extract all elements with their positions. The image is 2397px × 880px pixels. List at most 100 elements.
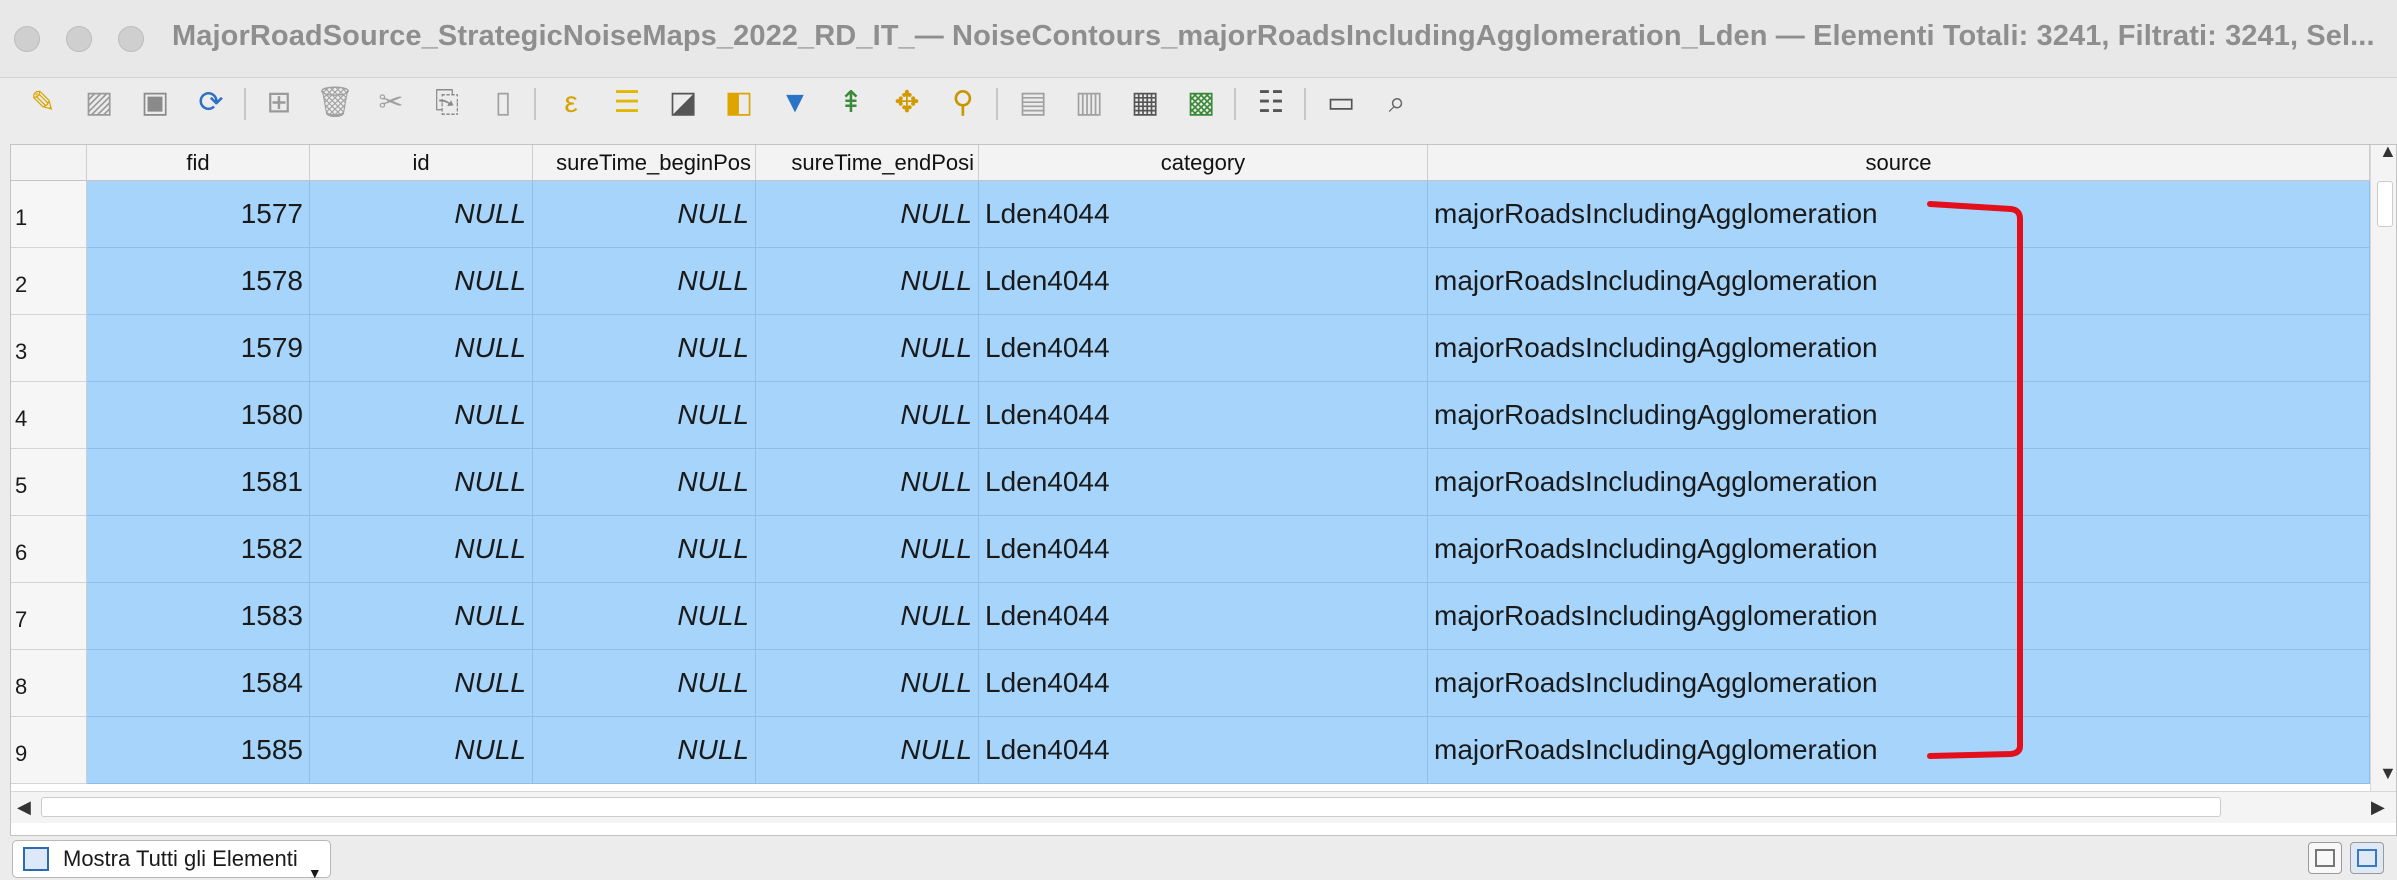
attribute-table[interactable]: fid id sureTime_beginPos sureTime_endPos… <box>10 144 2397 836</box>
cell-end-position[interactable]: NULL <box>756 315 979 382</box>
delete-field-icon[interactable]: ▥ <box>1068 82 1110 124</box>
cell-id[interactable]: NULL <box>310 650 533 717</box>
cell-begin-position[interactable]: NULL <box>533 583 756 650</box>
add-feature-icon[interactable]: ⊞ <box>258 82 300 124</box>
row-number-header[interactable]: 7 <box>11 583 87 650</box>
cell-begin-position[interactable]: NULL <box>533 181 756 248</box>
pencil-edit-icon[interactable]: ✎ <box>22 82 64 124</box>
deselect-icon[interactable]: ◧ <box>718 82 760 124</box>
conditional-format-icon[interactable]: ▩ <box>1180 82 1222 124</box>
cell-category[interactable]: Lden4044 <box>979 516 1428 583</box>
field-calculator-icon[interactable]: ▦ <box>1124 82 1166 124</box>
cell-category[interactable]: Lden4044 <box>979 717 1428 784</box>
cell-category[interactable]: Lden4044 <box>979 181 1428 248</box>
minimize-window-button[interactable] <box>66 26 92 52</box>
table-row[interactable]: 1584 NULL NULL NULL Lden4044 majorRoadsInclud… <box>87 650 2370 717</box>
cell-category[interactable]: Lden4044 <box>979 315 1428 382</box>
form-view-button[interactable] <box>2308 842 2342 874</box>
cell-id[interactable]: NULL <box>310 382 533 449</box>
cell-category[interactable]: Lden4044 <box>979 382 1428 449</box>
cell-begin-position[interactable]: NULL <box>533 717 756 784</box>
cell-id[interactable]: NULL <box>310 717 533 784</box>
dock-icon[interactable]: ▭ <box>1320 82 1362 124</box>
cell-fid[interactable]: 1584 <box>87 650 310 717</box>
column-header-category[interactable]: category <box>979 145 1428 181</box>
close-window-button[interactable] <box>14 26 40 52</box>
cell-id[interactable]: NULL <box>310 315 533 382</box>
select-all-icon[interactable]: ☰ <box>606 82 648 124</box>
cell-fid[interactable]: 1577 <box>87 181 310 248</box>
table-row[interactable]: 1579 NULL NULL NULL Lden4044 majorRoadsInclud… <box>87 315 2370 382</box>
cell-begin-position[interactable]: NULL <box>533 248 756 315</box>
cell-source[interactable]: majorRoadsIncludingAgglomeration <box>1428 583 2370 650</box>
cell-end-position[interactable]: NULL <box>756 181 979 248</box>
cell-begin-position[interactable]: NULL <box>533 516 756 583</box>
horizontal-scrollbar[interactable]: ◀ ▶ <box>11 791 2396 823</box>
paste-icon[interactable]: ▯ <box>482 82 524 124</box>
cell-end-position[interactable]: NULL <box>756 583 979 650</box>
cell-source[interactable]: majorRoadsIncludingAgglomeration <box>1428 717 2370 784</box>
cell-id[interactable]: NULL <box>310 583 533 650</box>
attribute-actions-icon[interactable]: ☷ <box>1250 82 1292 124</box>
cell-source[interactable]: majorRoadsIncludingAgglomeration <box>1428 516 2370 583</box>
row-number-header[interactable]: 5 <box>11 449 87 516</box>
cell-source[interactable]: majorRoadsIncludingAgglomeration <box>1428 382 2370 449</box>
column-header-end-position[interactable]: sureTime_endPosi <box>756 145 979 181</box>
zoom-to-selection-icon[interactable]: ⚲ <box>942 82 984 124</box>
cell-fid[interactable]: 1580 <box>87 382 310 449</box>
row-number-header[interactable]: 8 <box>11 650 87 717</box>
table-row[interactable]: 1577 NULL NULL NULL Lden4044 majorRoadsInclud… <box>87 181 2370 248</box>
cell-fid[interactable]: 1582 <box>87 516 310 583</box>
cell-end-position[interactable]: NULL <box>756 650 979 717</box>
cell-end-position[interactable]: NULL <box>756 382 979 449</box>
row-number-header[interactable]: 3 <box>11 315 87 382</box>
row-number-header[interactable]: 6 <box>11 516 87 583</box>
cell-id[interactable]: NULL <box>310 449 533 516</box>
cell-begin-position[interactable]: NULL <box>533 650 756 717</box>
column-header-source[interactable]: source <box>1428 145 2370 181</box>
scroll-right-arrow-icon[interactable]: ▶ <box>2371 797 2385 818</box>
expression-select-icon[interactable]: ε <box>550 82 592 124</box>
scroll-up-arrow-icon[interactable]: ▲ <box>2379 145 2396 162</box>
delete-feature-icon[interactable]: 🗑 <box>314 82 356 124</box>
row-number-header[interactable]: 2 <box>11 248 87 315</box>
filter-icon[interactable]: ▼ <box>774 82 816 124</box>
horizontal-scroll-thumb[interactable] <box>41 797 2221 817</box>
table-row[interactable]: 1578 NULL NULL NULL Lden4044 majorRoadsInclud… <box>87 248 2370 315</box>
scroll-left-arrow-icon[interactable]: ◀ <box>17 797 31 818</box>
column-header-id[interactable]: id <box>310 145 533 181</box>
cell-source[interactable]: majorRoadsIncludingAgglomeration <box>1428 650 2370 717</box>
table-row[interactable]: 1585 NULL NULL NULL Lden4044 majorRoadsInclud… <box>87 717 2370 784</box>
cell-category[interactable]: Lden4044 <box>979 248 1428 315</box>
invert-selection-icon[interactable]: ◪ <box>662 82 704 124</box>
cell-source[interactable]: majorRoadsIncludingAgglomeration <box>1428 181 2370 248</box>
cell-fid[interactable]: 1585 <box>87 717 310 784</box>
scroll-down-arrow-icon[interactable]: ▼ <box>2379 763 2396 784</box>
cell-category[interactable]: Lden4044 <box>979 449 1428 516</box>
column-header-begin-position[interactable]: sureTime_beginPos <box>533 145 756 181</box>
cell-end-position[interactable]: NULL <box>756 717 979 784</box>
corner-header[interactable] <box>11 145 87 181</box>
zoom-identify-icon[interactable]: ⌕ <box>1376 82 1418 124</box>
cell-source[interactable]: majorRoadsIncludingAgglomeration <box>1428 315 2370 382</box>
table-row[interactable]: 1581 NULL NULL NULL Lden4044 majorRoadsInclud… <box>87 449 2370 516</box>
save-edits-icon[interactable]: ▣ <box>134 82 176 124</box>
table-row[interactable]: 1582 NULL NULL NULL Lden4044 majorRoadsInclud… <box>87 516 2370 583</box>
row-number-header[interactable]: 9 <box>11 717 87 784</box>
cell-end-position[interactable]: NULL <box>756 516 979 583</box>
cell-category[interactable]: Lden4044 <box>979 583 1428 650</box>
cell-id[interactable]: NULL <box>310 181 533 248</box>
table-row[interactable]: 1583 NULL NULL NULL Lden4044 majorRoadsInclud… <box>87 583 2370 650</box>
cell-end-position[interactable]: NULL <box>756 449 979 516</box>
cut-icon[interactable]: ✂ <box>370 82 412 124</box>
new-field-icon[interactable]: ▤ <box>1012 82 1054 124</box>
column-header-fid[interactable]: fid <box>87 145 310 181</box>
show-all-features-button[interactable]: Mostra Tutti gli Elementi ▼ <box>12 840 331 880</box>
cell-id[interactable]: NULL <box>310 516 533 583</box>
cell-fid[interactable]: 1579 <box>87 315 310 382</box>
multi-edit-icon[interactable]: ▨ <box>78 82 120 124</box>
cell-fid[interactable]: 1578 <box>87 248 310 315</box>
cell-begin-position[interactable]: NULL <box>533 449 756 516</box>
cell-id[interactable]: NULL <box>310 248 533 315</box>
move-selection-top-icon[interactable]: ⇞ <box>830 82 872 124</box>
